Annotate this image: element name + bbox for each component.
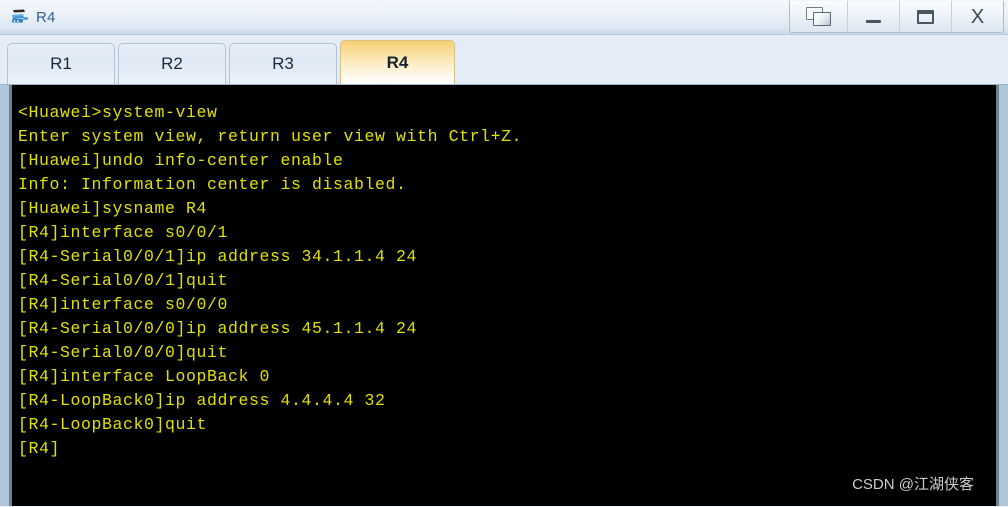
tab-r4[interactable]: R4 bbox=[340, 40, 455, 84]
terminal-line: [R4] bbox=[18, 439, 61, 458]
terminal-line: [Huawei]sysname R4 bbox=[18, 199, 208, 218]
minimize-icon bbox=[866, 19, 881, 23]
tab-r1[interactable]: R1 bbox=[7, 43, 115, 84]
terminal-line: [R4-Serial0/0/0]quit bbox=[18, 343, 229, 362]
tab-label: R4 bbox=[386, 52, 409, 72]
router-icon bbox=[9, 6, 31, 28]
tab-label: R2 bbox=[161, 54, 183, 73]
terminal-line: [R4]interface LoopBack 0 bbox=[18, 367, 271, 386]
minimize-button[interactable] bbox=[848, 1, 900, 32]
terminal-line: [R4-LoopBack0]quit bbox=[18, 415, 208, 434]
watermark: CSDN @江湖侠客 bbox=[852, 476, 974, 493]
close-icon: X bbox=[970, 5, 985, 28]
restore-icon bbox=[805, 7, 832, 26]
terminal-line: Info: Information center is disabled. bbox=[18, 175, 407, 194]
device-tab-bar: R1 R2 R3 R4 bbox=[0, 35, 1008, 85]
terminal-output[interactable]: <Huawei>system-view Enter system view, r… bbox=[12, 85, 996, 506]
close-button[interactable]: X bbox=[952, 1, 1003, 32]
restore-button[interactable] bbox=[790, 1, 848, 32]
terminal-line: [R4-LoopBack0]ip address 4.4.4.4 32 bbox=[18, 391, 386, 410]
terminal-line: [R4]interface s0/0/0 bbox=[18, 295, 229, 314]
window-controls: X bbox=[789, 1, 1004, 33]
router-cli-window: R4 X R1 R2 R3 R4 <Huawei>system-view Ent… bbox=[0, 0, 1008, 507]
tab-r2[interactable]: R2 bbox=[118, 43, 226, 84]
maximize-icon bbox=[917, 9, 934, 24]
terminal-line: <Huawei>system-view bbox=[18, 103, 218, 122]
window-title: R4 bbox=[36, 8, 56, 26]
terminal-line: [R4-Serial0/0/1]quit bbox=[18, 271, 229, 290]
terminal-line: [R4-Serial0/0/1]ip address 34.1.1.4 24 bbox=[18, 247, 418, 266]
terminal-frame: <Huawei>system-view Enter system view, r… bbox=[0, 85, 1008, 506]
tab-r3[interactable]: R3 bbox=[229, 43, 337, 84]
terminal-line: [R4-Serial0/0/0]ip address 45.1.1.4 24 bbox=[18, 319, 418, 338]
title-bar: R4 X bbox=[0, 0, 1008, 35]
maximize-button[interactable] bbox=[900, 1, 952, 32]
terminal-line: [Huawei]undo info-center enable bbox=[18, 151, 344, 170]
terminal-line: Enter system view, return user view with… bbox=[18, 127, 523, 146]
tab-label: R3 bbox=[272, 54, 294, 73]
tab-label: R1 bbox=[50, 54, 72, 73]
terminal-line: [R4]interface s0/0/1 bbox=[18, 223, 229, 242]
